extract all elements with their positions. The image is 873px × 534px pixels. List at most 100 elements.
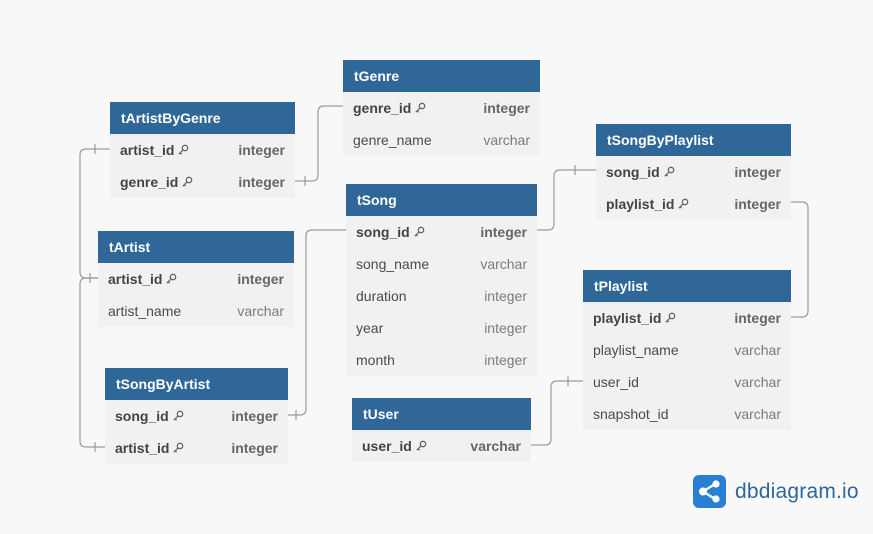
- field-name: song_name: [356, 256, 430, 272]
- field-row-artist_id[interactable]: artist_id integer: [105, 432, 288, 464]
- field-row-year[interactable]: year integer: [346, 312, 537, 344]
- primary-key-icon: [173, 442, 184, 453]
- field-name-cell: playlist_name: [593, 342, 679, 358]
- relationship-line[interactable]: [295, 105, 343, 182]
- field-type: integer: [483, 100, 530, 116]
- primary-key-icon: [414, 226, 425, 237]
- table-header[interactable]: tUser: [352, 398, 531, 430]
- table-header[interactable]: tGenre: [343, 60, 540, 92]
- field-name: song_id: [606, 164, 660, 180]
- field-row-genre_id[interactable]: genre_id integer: [343, 92, 540, 124]
- field-name: duration: [356, 288, 407, 304]
- field-name: artist_id: [120, 142, 175, 158]
- field-name: genre_id: [120, 174, 179, 190]
- field-row-playlist_id[interactable]: playlist_id integer: [596, 188, 791, 220]
- table-header[interactable]: tArtistByGenre: [110, 102, 295, 134]
- relationship-line[interactable]: [288, 229, 346, 416]
- field-name-cell: genre_name: [353, 132, 432, 148]
- field-name: song_id: [356, 224, 410, 240]
- field-name-cell: genre_id: [353, 100, 426, 116]
- field-name: playlist_id: [606, 196, 675, 212]
- field-name: year: [356, 320, 384, 336]
- field-name: artist_id: [108, 271, 163, 287]
- field-type: integer: [484, 352, 527, 368]
- field-name: genre_id: [353, 100, 412, 116]
- table-tUser[interactable]: tUser user_id varchar: [352, 398, 531, 462]
- logo-text: dbdiagram.io: [735, 479, 859, 503]
- table-tSongByPlaylist[interactable]: tSongByPlaylist song_id integer playlist_id…: [596, 124, 791, 220]
- field-type: integer: [231, 408, 278, 424]
- field-name-cell: month: [356, 352, 395, 368]
- field-type: varchar: [470, 438, 521, 454]
- field-row-artist_name[interactable]: artist_name varchar: [98, 295, 294, 327]
- field-row-playlist_name[interactable]: playlist_name varchar: [583, 334, 791, 366]
- field-name: artist_name: [108, 303, 182, 319]
- field-type: integer: [231, 440, 278, 456]
- field-type: varchar: [734, 342, 781, 358]
- field-type: varchar: [237, 303, 284, 319]
- table-header[interactable]: tSongByArtist: [105, 368, 288, 400]
- field-row-artist_id[interactable]: artist_id integer: [110, 134, 295, 166]
- table-header[interactable]: tSongByPlaylist: [596, 124, 791, 156]
- field-name: genre_name: [353, 132, 432, 148]
- field-type: integer: [734, 164, 781, 180]
- field-name-cell: user_id: [593, 374, 639, 390]
- table-header[interactable]: tArtist: [98, 231, 294, 263]
- table-tSong[interactable]: tSong song_id integer song_name varchar durat…: [346, 184, 537, 376]
- field-type: varchar: [483, 132, 530, 148]
- primary-key-icon: [178, 144, 189, 155]
- field-name: month: [356, 352, 395, 368]
- field-row-song_name[interactable]: song_name varchar: [346, 248, 537, 280]
- primary-key-icon: [173, 410, 184, 421]
- field-type: integer: [237, 271, 284, 287]
- field-name: snapshot_id: [593, 406, 669, 422]
- field-name-cell: user_id: [362, 438, 427, 454]
- table-header[interactable]: tPlaylist: [583, 270, 791, 302]
- field-row-artist_id[interactable]: artist_id integer: [98, 263, 294, 295]
- field-name: playlist_name: [593, 342, 679, 358]
- primary-key-icon: [182, 176, 193, 187]
- table-tPlaylist[interactable]: tPlaylist playlist_id integer playlist_name…: [583, 270, 791, 430]
- field-row-song_id[interactable]: song_id integer: [596, 156, 791, 188]
- field-row-snapshot_id[interactable]: snapshot_id varchar: [583, 398, 791, 430]
- field-row-genre_id[interactable]: genre_id integer: [110, 166, 295, 198]
- primary-key-icon: [665, 312, 676, 323]
- field-row-genre_name[interactable]: genre_name varchar: [343, 124, 540, 156]
- field-name-cell: song_id: [606, 164, 675, 180]
- table-header[interactable]: tSong: [346, 184, 537, 216]
- diagram-canvas[interactable]: tGenre genre_id integer genre_name varchar t…: [0, 0, 873, 534]
- field-name-cell: song_id: [115, 408, 184, 424]
- field-type: varchar: [734, 374, 781, 390]
- field-row-user_id[interactable]: user_id varchar: [583, 366, 791, 398]
- table-tArtist[interactable]: tArtist artist_id integer artist_name varcha…: [98, 231, 294, 327]
- field-name-cell: genre_id: [120, 174, 193, 190]
- field-row-month[interactable]: month integer: [346, 344, 537, 376]
- field-name: artist_id: [115, 440, 170, 456]
- table-tGenre[interactable]: tGenre genre_id integer genre_name varchar: [343, 60, 540, 156]
- relationship-line[interactable]: [531, 380, 583, 446]
- field-name: playlist_id: [593, 310, 662, 326]
- field-name-cell: artist_id: [115, 440, 184, 456]
- relationship-line[interactable]: [537, 169, 596, 231]
- field-type: varchar: [480, 256, 527, 272]
- field-row-user_id[interactable]: user_id varchar: [352, 430, 531, 462]
- field-name-cell: song_name: [356, 256, 429, 272]
- relationship-line[interactable]: [791, 201, 809, 318]
- table-tSongByArtist[interactable]: tSongByArtist song_id integer artist_id inte…: [105, 368, 288, 464]
- field-type: varchar: [734, 406, 781, 422]
- dbdiagram-logo[interactable]: dbdiagram.io: [693, 475, 859, 508]
- field-name-cell: snapshot_id: [593, 406, 669, 422]
- primary-key-icon: [664, 166, 675, 177]
- field-row-song_id[interactable]: song_id integer: [105, 400, 288, 432]
- table-tArtistByGenre[interactable]: tArtistByGenre artist_id integer genre_id in…: [110, 102, 295, 198]
- field-name-cell: artist_name: [108, 303, 181, 319]
- field-name: song_id: [115, 408, 169, 424]
- field-row-song_id[interactable]: song_id integer: [346, 216, 537, 248]
- field-type: integer: [480, 224, 527, 240]
- dbdiagram-logo-icon: [693, 475, 726, 508]
- field-row-playlist_id[interactable]: playlist_id integer: [583, 302, 791, 334]
- field-type: integer: [484, 320, 527, 336]
- field-row-duration[interactable]: duration integer: [346, 280, 537, 312]
- field-type: integer: [734, 196, 781, 212]
- field-name: user_id: [593, 374, 639, 390]
